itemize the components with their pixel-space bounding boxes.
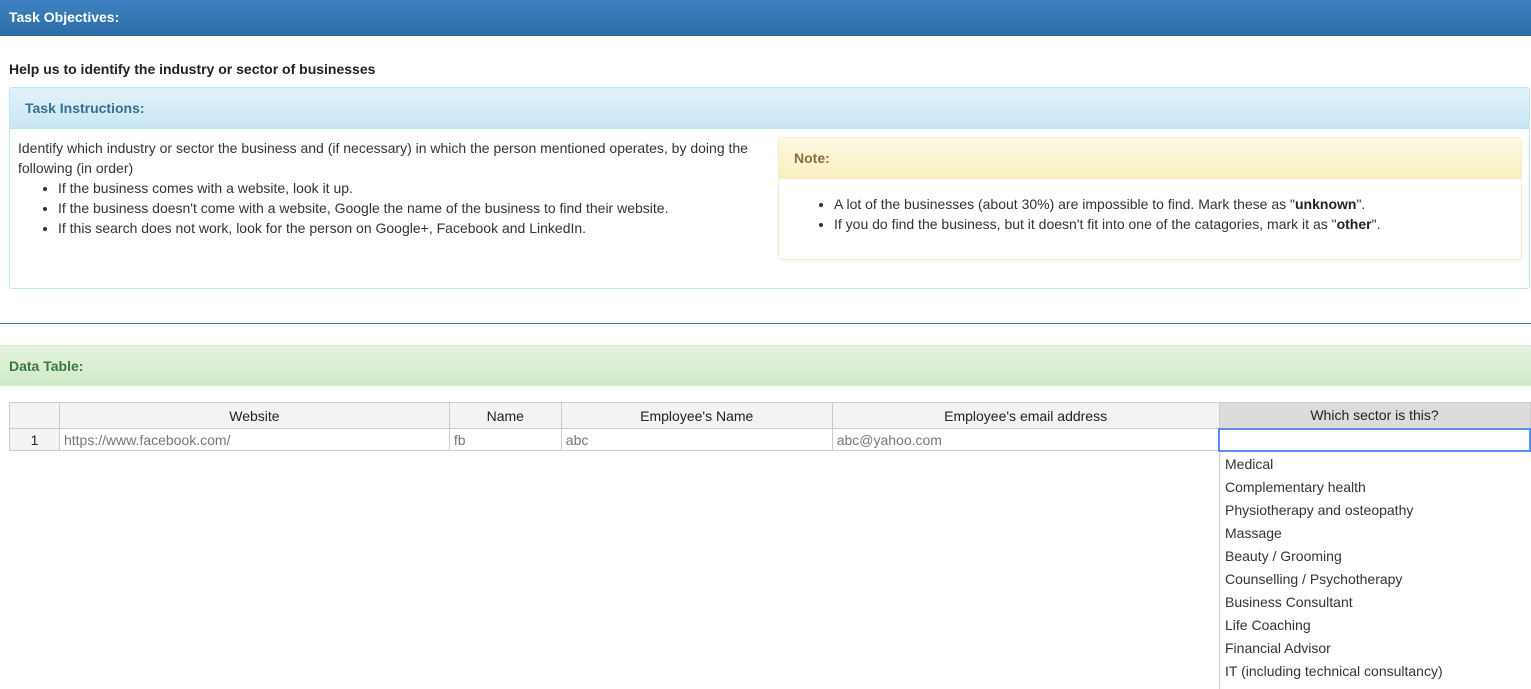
grid-header-row: Website Name Employee's Name Employee's … [9, 402, 1531, 429]
sector-option[interactable]: Counselling / Psychotherapy [1220, 568, 1531, 591]
instructions-intro: Identify which industry or sector the bu… [18, 140, 748, 176]
instruction-step: If this search does not work, look for t… [58, 218, 768, 238]
note-list: A lot of the businesses (about 30%) are … [794, 194, 1506, 234]
note-item: If you do find the business, but it does… [834, 214, 1506, 234]
row-number[interactable]: 1 [9, 428, 60, 451]
sector-option[interactable]: Massage [1220, 522, 1531, 545]
sector-option[interactable]: Complementary health [1220, 476, 1531, 499]
task-instructions-title: Task Instructions: [10, 88, 1529, 129]
website-cell[interactable]: https://www.facebook.com/ [58, 428, 450, 451]
note-item-text: ". [1371, 216, 1381, 232]
table-row: 1 https://www.facebook.com/ fb abc abc@y… [9, 427, 1531, 452]
employee-name-cell[interactable]: abc [560, 428, 833, 451]
instructions-body: Identify which industry or sector the bu… [18, 138, 768, 238]
sector-option[interactable]: Financial Advisor [1220, 637, 1531, 660]
note-item-text: A lot of the businesses (about 30%) are … [834, 196, 1295, 212]
section-divider [0, 323, 1531, 324]
email-cell[interactable]: abc@yahoo.com [831, 428, 1220, 451]
task-objectives-header: Task Objectives: [0, 0, 1531, 36]
sector-option[interactable]: Medical [1220, 453, 1531, 476]
corner-header-cell[interactable] [9, 402, 60, 429]
sector-option[interactable]: Physiotherapy and osteopathy [1220, 499, 1531, 522]
column-header-employee-name[interactable]: Employee's Name [560, 402, 833, 429]
task-instructions-panel: Task Instructions: Identify which indust… [9, 87, 1530, 289]
column-header-email[interactable]: Employee's email address [831, 402, 1220, 429]
column-header-name[interactable]: Name [448, 402, 562, 429]
note-item: A lot of the businesses (about 30%) are … [834, 194, 1506, 214]
instructions-steps: If the business comes with a website, lo… [18, 178, 768, 238]
instruction-step: If the business doesn't come with a webs… [58, 198, 768, 218]
data-table-header: Data Table: [0, 345, 1531, 386]
sector-option[interactable]: IT (including technical consultancy) [1220, 660, 1531, 683]
note-title: Note: [779, 138, 1521, 179]
sector-option[interactable]: Business Consultant [1220, 591, 1531, 614]
sector-dropdown[interactable]: Medical Complementary health Physiothera… [1219, 452, 1531, 689]
column-header-website[interactable]: Website [58, 402, 450, 429]
sector-option[interactable]: Life Coaching [1220, 614, 1531, 637]
note-item-text: If you do find the business, but it does… [834, 216, 1337, 232]
note-body: A lot of the businesses (about 30%) are … [779, 179, 1521, 234]
task-objectives-title: Task Objectives: [9, 9, 120, 25]
note-keyword-unknown: unknown [1295, 196, 1357, 212]
data-table-title: Data Table: [9, 358, 84, 374]
note-item-text: ". [1356, 196, 1366, 212]
note-keyword-other: other [1336, 216, 1372, 232]
objective-text: Help us to identify the industry or sect… [9, 61, 376, 77]
column-header-sector[interactable]: Which sector is this? [1218, 402, 1531, 429]
instruction-step: If the business comes with a website, lo… [58, 178, 768, 198]
data-grid: Website Name Employee's Name Employee's … [9, 402, 1531, 452]
sector-cell-editor[interactable] [1218, 427, 1531, 452]
name-cell[interactable]: fb [448, 428, 562, 451]
note-panel: Note: A lot of the businesses (about 30%… [778, 137, 1522, 260]
sector-option[interactable]: Beauty / Grooming [1220, 545, 1531, 568]
